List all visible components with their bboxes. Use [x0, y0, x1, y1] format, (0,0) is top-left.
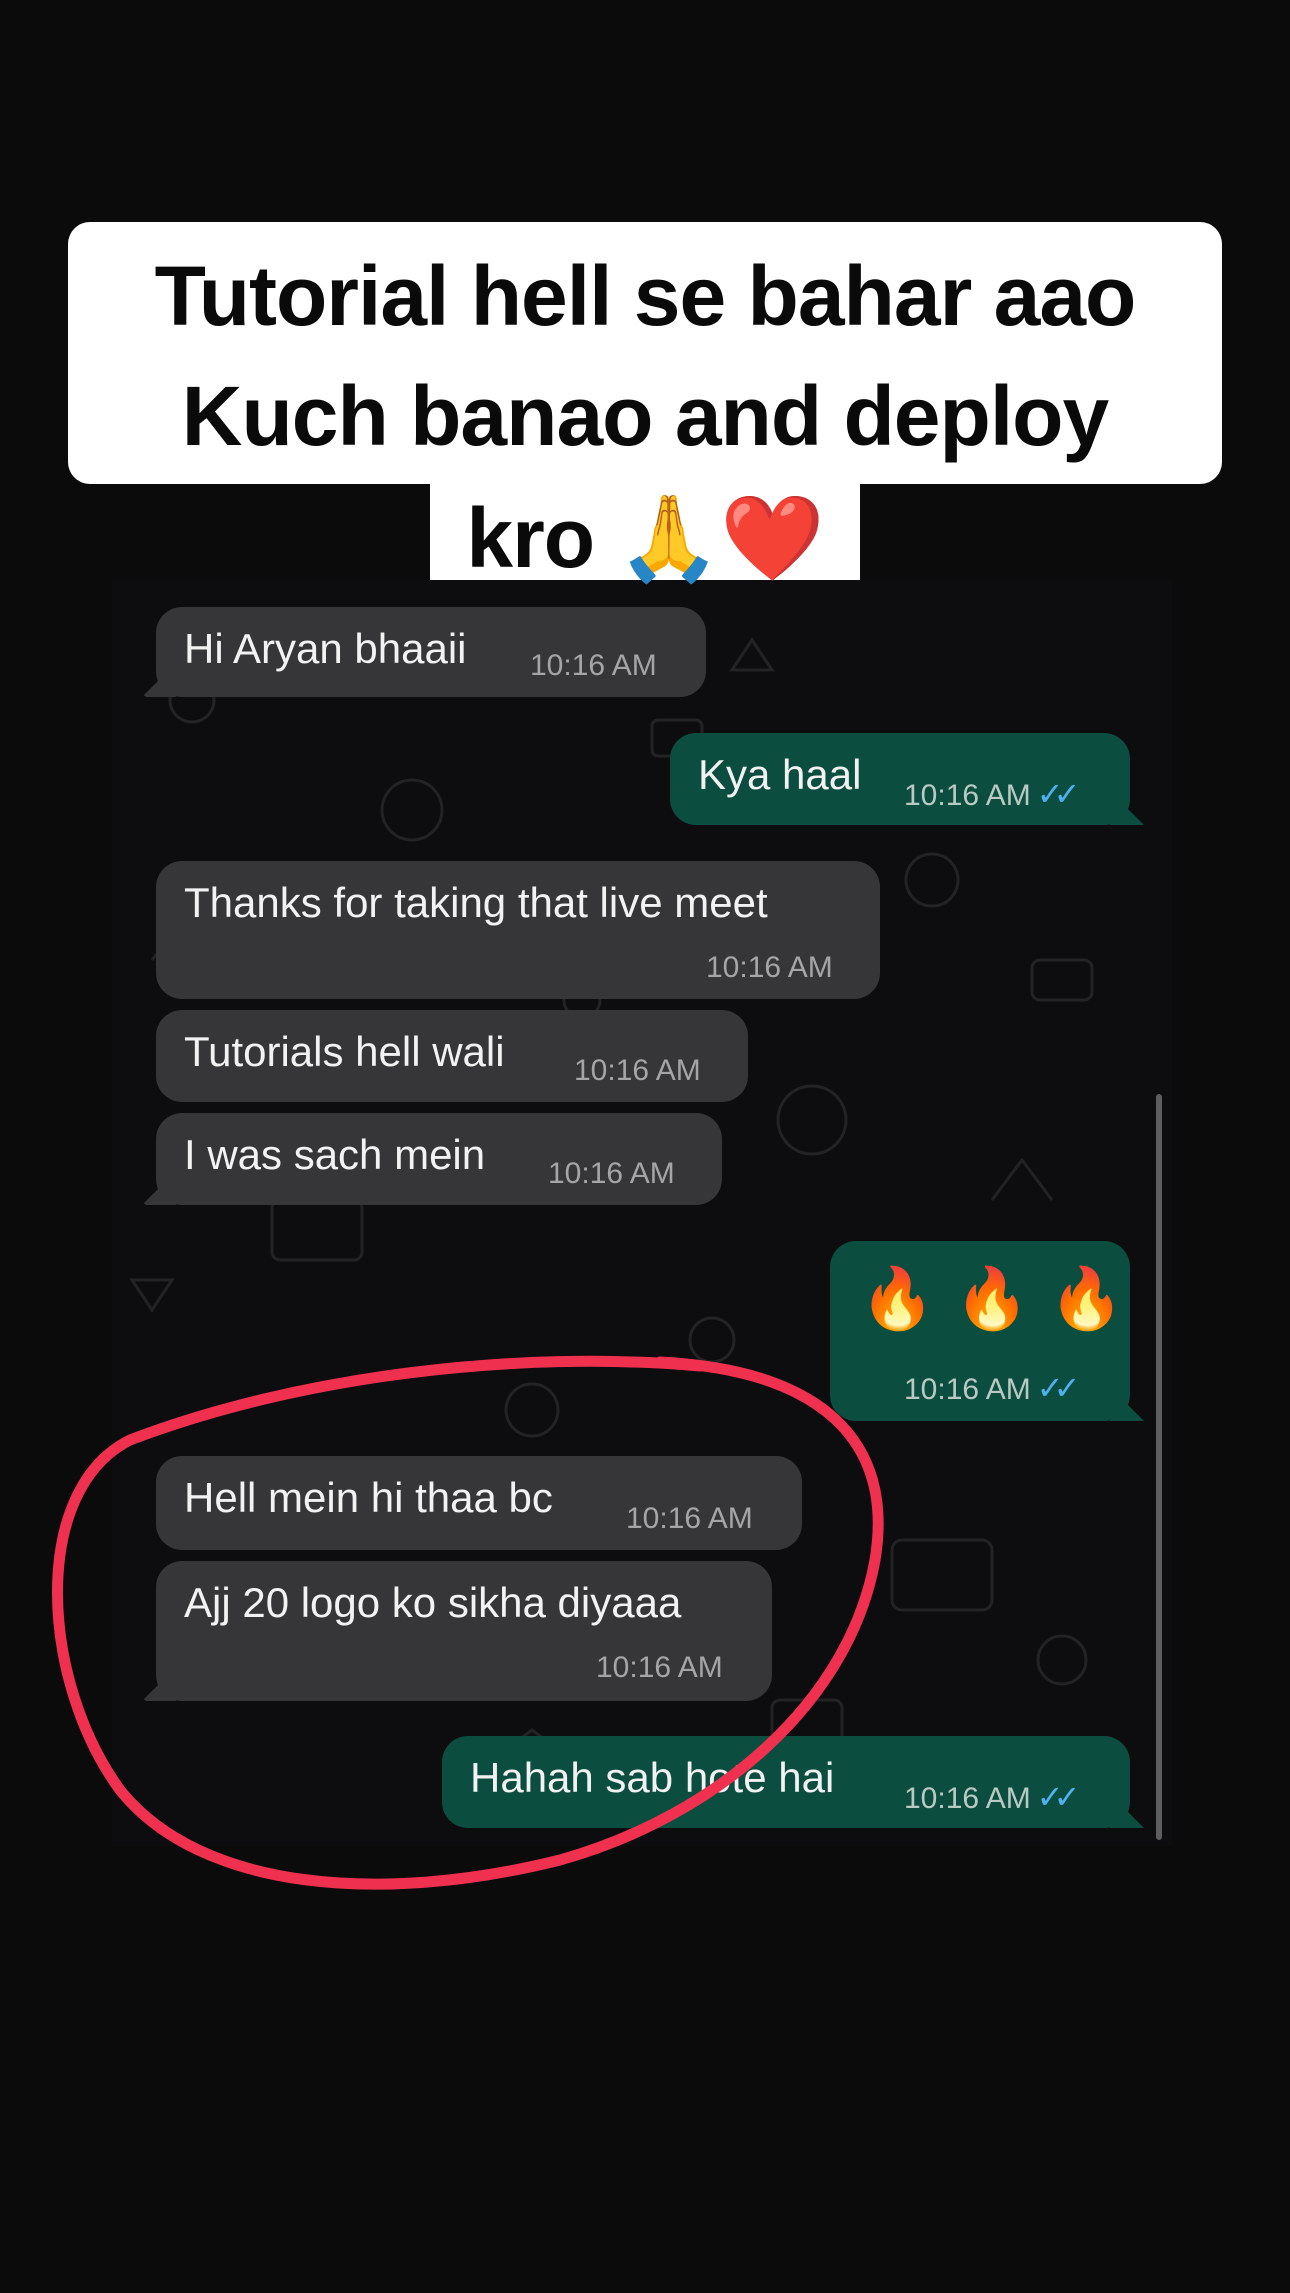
double-check-icon: ✓✓ [1036, 1370, 1081, 1406]
message-time: 10:16 AM [706, 951, 833, 984]
message-time: 10:16 AM [548, 1157, 675, 1190]
message-time: 10:16 AM [530, 649, 657, 682]
message-text: Hell mein hi thaa bc [184, 1474, 553, 1521]
message-time: 10:16 AM ✓✓ [904, 776, 1081, 812]
message-incoming[interactable]: Hi Aryan bhaaii 10:16 AM [156, 607, 706, 697]
message-text: I was sach mein [184, 1131, 486, 1178]
chat-area[interactable]: Hi Aryan bhaaii 10:16 AM Kya haal 10:16 … [112, 580, 1172, 1846]
folded-hands-heart-emoji: 🙏❤️ [616, 489, 824, 587]
message-outgoing[interactable]: Hahah sab hote hai 10:16 AM ✓✓ [442, 1736, 1130, 1828]
message-time: 10:16 AM ✓✓ [904, 1779, 1081, 1815]
message-outgoing[interactable]: 🔥🔥🔥 10:16 AM ✓✓ [830, 1241, 1130, 1421]
message-time: 10:16 AM [626, 1502, 753, 1535]
double-check-icon: ✓✓ [1036, 1779, 1081, 1815]
message-incoming[interactable]: Tutorials hell wali 10:16 AM [156, 1010, 748, 1102]
chat-scrollbar[interactable] [1156, 1094, 1162, 1840]
message-incoming[interactable]: Thanks for taking that live meet 10:16 A… [156, 861, 880, 999]
caption-line-2: Kuch banao and deploy [181, 369, 1109, 463]
message-text: Tutorials hell wali [184, 1028, 505, 1075]
message-text: Hi Aryan bhaaii [184, 625, 467, 672]
caption-line-3: kro 🙏❤️ [466, 489, 824, 587]
message-outgoing[interactable]: Kya haal 10:16 AM ✓✓ [670, 733, 1130, 825]
double-check-icon: ✓✓ [1036, 776, 1081, 812]
message-text: Thanks for taking that live meet [184, 879, 768, 926]
message-time: 10:16 AM [574, 1054, 701, 1087]
message-text: Ajj 20 logo ko sikha diyaaa [184, 1579, 682, 1626]
message-incoming[interactable]: Hell mein hi thaa bc 10:16 AM [156, 1456, 802, 1550]
message-incoming[interactable]: I was sach mein 10:16 AM [156, 1113, 722, 1205]
message-text: Hahah sab hote hai [470, 1754, 835, 1801]
message-time: 10:16 AM [596, 1651, 723, 1684]
message-incoming[interactable]: Ajj 20 logo ko sikha diyaaa 10:16 AM [156, 1561, 772, 1701]
fire-emoji-message: 🔥🔥🔥 [860, 1264, 1145, 1334]
message-time: 10:16 AM ✓✓ [904, 1370, 1081, 1406]
message-text: Kya haal [698, 751, 862, 798]
caption-line-1: Tutorial hell se bahar aao [154, 249, 1137, 343]
